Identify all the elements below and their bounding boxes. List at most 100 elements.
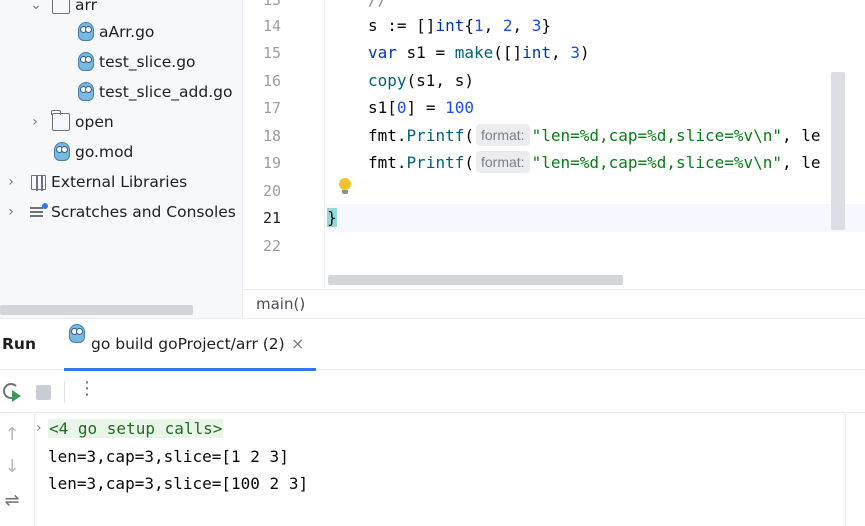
code-token: "len=%d,cap=%d,slice=%v\n"	[531, 153, 783, 172]
code-token: ,	[483, 16, 503, 35]
tree-item-label: test_slice_add.go	[99, 83, 233, 101]
scroll-up-icon[interactable]: ↑	[2, 424, 22, 445]
parameter-hint: format:	[475, 124, 530, 146]
code-token: s1 =	[396, 43, 455, 62]
code-token: (s1, s)	[406, 71, 474, 90]
code-token: , le	[782, 153, 821, 172]
code-token: s := []	[368, 16, 436, 35]
go-file-icon	[78, 82, 94, 101]
tree-item-test-slice-go[interactable]: test_slice.go	[0, 47, 242, 77]
console-line: len=3,cap=3,slice=[1 2 3]	[48, 447, 289, 466]
lightbulb-icon[interactable]	[338, 176, 352, 196]
code-token: ] =	[406, 98, 446, 117]
code-token: make	[454, 43, 494, 62]
vertical-scrollbar[interactable]	[831, 72, 845, 230]
toolbar-divider	[64, 381, 65, 403]
tree-item-aarr-go[interactable]: aArr.go	[0, 17, 242, 47]
code-token: Printf	[406, 126, 465, 145]
line-number-current: 21	[262, 209, 281, 227]
code-token: 0	[396, 98, 407, 117]
play-triangle	[12, 390, 21, 402]
code-token: (	[464, 153, 474, 172]
code-token: s1[	[368, 98, 397, 117]
line-number: 19	[262, 154, 281, 172]
project-tree-panel: ⌄ arr aArr.go test_slice.go test_slice_a…	[0, 0, 242, 318]
run-title: Run	[2, 335, 37, 353]
code-token: {	[464, 16, 474, 35]
soft-wrap-icon[interactable]: ⇌	[2, 490, 22, 511]
run-tool-window: Run go build goProject/arr (2) × ⋮ ↑ ↓ ⇌…	[0, 318, 865, 526]
lightbulb-glass	[339, 178, 351, 190]
rerun-icon[interactable]	[3, 383, 21, 402]
code-token: fmt	[368, 126, 397, 145]
code-token: )	[579, 43, 590, 62]
code-token: int	[435, 16, 465, 35]
code-token: , le	[782, 126, 821, 145]
chevron-right-icon[interactable]: ›	[27, 107, 43, 137]
code-token: ,	[512, 16, 532, 35]
code-token: }	[541, 16, 552, 35]
line-number: 15	[262, 44, 281, 62]
lightbulb-base	[342, 190, 348, 194]
line-number: 17	[262, 99, 281, 117]
code-line-16: copy(s1, s)	[368, 67, 474, 95]
line-number: 14	[262, 17, 281, 35]
tree-item-external-libraries[interactable]: › External Libraries	[0, 167, 242, 197]
code-line-21: }	[327, 204, 337, 232]
tree-item-go-mod[interactable]: go.mod	[0, 137, 242, 167]
code-editor[interactable]: 13 14 15 16 17 18 19 20 21 22 // s := []…	[242, 0, 865, 318]
line-number-gutter[interactable]: 13 14 15 16 17 18 19 20 21 22	[243, 0, 325, 288]
code-line-17: s1[0] = 100	[368, 94, 474, 122]
tree-item-label: test_slice.go	[99, 53, 196, 71]
close-icon[interactable]: ×	[291, 334, 304, 353]
code-token: fmt	[368, 153, 397, 172]
run-tab-label[interactable]: go build goProject/arr (2)	[91, 335, 285, 353]
code-token: copy	[368, 71, 407, 90]
stop-icon[interactable]	[36, 385, 51, 400]
run-config-tab[interactable]: go build goProject/arr (2) ×	[64, 319, 316, 371]
code-token: 3	[531, 16, 542, 35]
tree-item-label: aArr.go	[99, 23, 155, 41]
code-line-18: fmt.Printf(format: "len=%d,cap=%d,slice=%…	[368, 122, 821, 150]
code-token: 2	[502, 16, 513, 35]
parameter-hint: format:	[475, 151, 530, 173]
code-token: "len=%d,cap=%d,slice=%v\n"	[531, 126, 783, 145]
matched-brace: }	[327, 208, 337, 227]
tree-item-label: External Libraries	[51, 173, 188, 191]
console-output[interactable]: › <4 go setup calls> len=3,cap=3,slice=[…	[36, 414, 842, 526]
tree-item-label: open	[75, 113, 114, 131]
tree-item-open[interactable]: › open	[0, 107, 242, 137]
code-line-15: var s1 = make([]int, 3)	[368, 39, 590, 67]
breadcrumb[interactable]: main()	[243, 289, 865, 318]
folder-icon	[51, 110, 70, 131]
code-token: .	[396, 126, 407, 145]
more-options-icon[interactable]: ⋮	[78, 379, 96, 399]
console-scrollbar-track[interactable]	[845, 414, 846, 526]
go-file-icon	[78, 22, 94, 41]
scroll-down-icon[interactable]: ↓	[2, 456, 22, 477]
code-token: int	[522, 43, 552, 62]
current-line-highlight	[326, 204, 865, 232]
run-header: Run go build goProject/arr (2) ×	[0, 319, 865, 371]
code-token: Printf	[406, 153, 465, 172]
go-file-icon	[78, 52, 94, 71]
tree-item-scratches[interactable]: › Scratches and Consoles	[0, 197, 242, 227]
chevron-right-icon[interactable]: ›	[3, 197, 19, 227]
console-line-setup[interactable]: <4 go setup calls>	[48, 417, 224, 441]
setup-calls-fold[interactable]: <4 go setup calls>	[48, 419, 224, 438]
tree-item-label: Scratches and Consoles	[51, 203, 236, 221]
horizontal-scrollbar[interactable]	[328, 275, 623, 285]
code-token: ([]	[493, 43, 523, 62]
tree-item-test-slice-add-go[interactable]: test_slice_add.go	[0, 77, 242, 107]
code-token: .	[396, 153, 407, 172]
code-token: 100	[445, 98, 474, 117]
run-toolbar: ⋮	[0, 371, 865, 413]
chevron-right-icon[interactable]: ›	[3, 167, 19, 197]
code-token: ,	[551, 43, 571, 62]
horizontal-scrollbar[interactable]	[0, 305, 193, 315]
code-line-19: fmt.Printf(format: "len=%d,cap=%d,slice=%…	[368, 149, 821, 177]
chevron-right-icon[interactable]: ›	[36, 420, 42, 436]
code-token: (	[464, 126, 474, 145]
breadcrumb-item[interactable]: main()	[256, 295, 305, 313]
go-mod-icon	[54, 142, 70, 161]
